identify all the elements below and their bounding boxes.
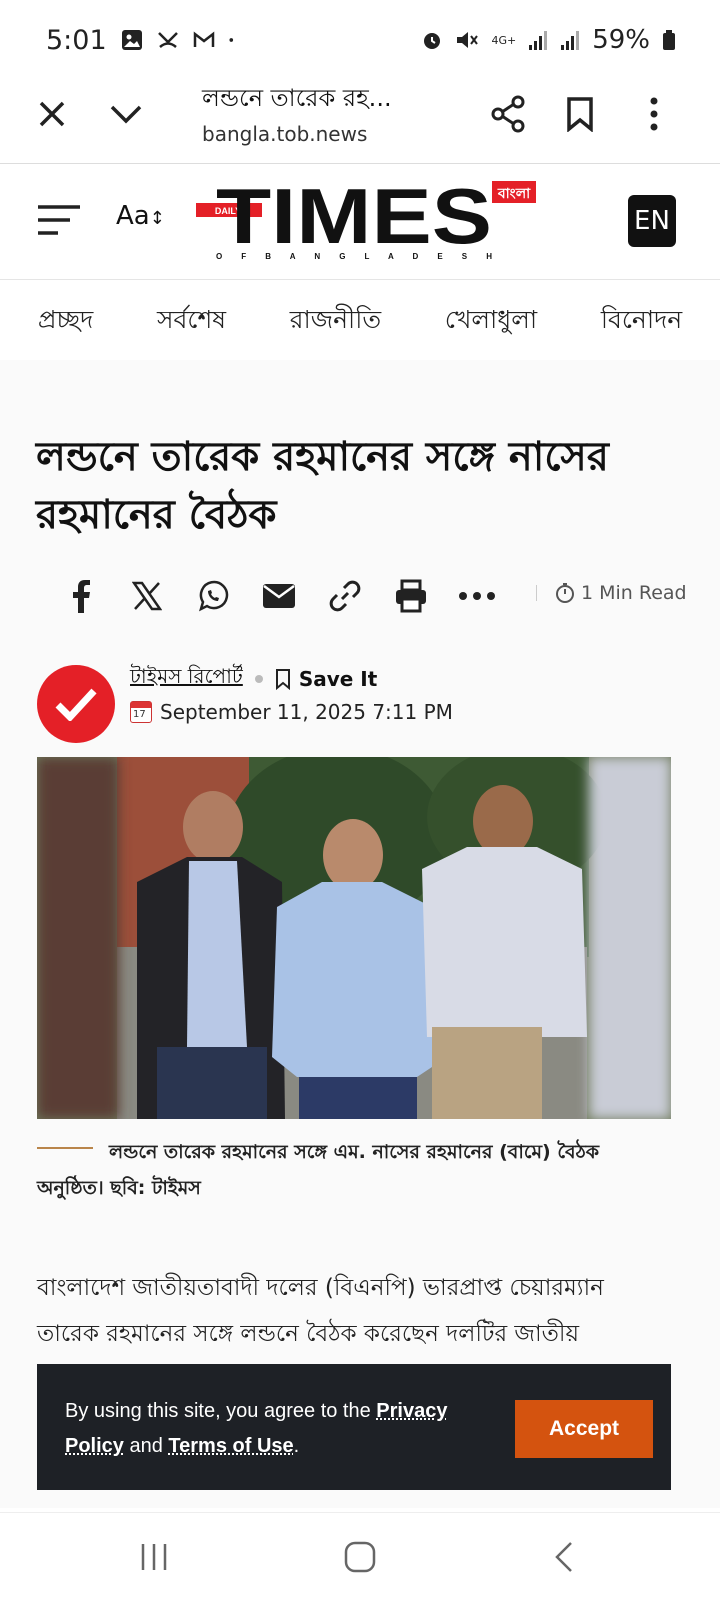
gallery-icon [121, 30, 142, 50]
font-size-arrows-icon: ↕ [149, 208, 165, 229]
calendar-icon: 17 [130, 701, 152, 723]
mute-icon [457, 32, 479, 48]
kebab-menu-icon [650, 97, 658, 131]
page-url[interactable]: bangla.tob.news [202, 122, 367, 146]
facebook-share-button[interactable] [48, 574, 114, 618]
checkmark-icon [55, 688, 97, 721]
gmail-icon [193, 31, 214, 47]
copy-link-button[interactable] [312, 574, 378, 618]
article-headline: লন্ডনে তারেক রহমানের সঙ্গে নাসের রহমানের… [36, 433, 609, 538]
cookie-text-end: . [293, 1435, 300, 1457]
article-area: লন্ডনে তারেক রহমানের সঙ্গে নাসের রহমানের… [0, 360, 720, 1508]
site-header: Aa↕ DAILY TIMES বাংলা O F B A N G L A D … [0, 165, 720, 280]
battery-icon [663, 30, 675, 50]
author-avatar[interactable] [37, 665, 115, 743]
hamburger-menu-icon[interactable] [36, 203, 82, 237]
category-item[interactable]: রাজনীতি [290, 300, 381, 343]
bookmark-icon [567, 97, 593, 132]
alarm-icon [424, 33, 441, 49]
recents-icon [141, 1544, 167, 1570]
accept-button[interactable]: Accept [515, 1400, 653, 1458]
share-bar [48, 574, 510, 618]
whatsapp-share-button[interactable] [180, 574, 246, 618]
email-icon [263, 584, 295, 608]
separator-dot [254, 674, 263, 683]
save-it-button[interactable]: Save It [275, 667, 377, 691]
more-share-button[interactable] [444, 574, 510, 618]
read-time: 1 Min Read [536, 582, 687, 604]
notification-dot-icon [229, 38, 233, 42]
author-row: টাইমস রিপোর্ট Save It [130, 662, 377, 695]
author-name[interactable]: টাইমস রিপোর্ট [130, 662, 243, 695]
terms-of-use-link[interactable]: Terms of Use [168, 1435, 293, 1457]
network-type: 4G+ [491, 33, 517, 47]
home-icon [344, 1541, 376, 1573]
read-time-label: 1 Min Read [581, 582, 687, 604]
recents-button[interactable] [130, 1535, 178, 1579]
back-icon [555, 1542, 572, 1572]
chevron-down-icon [110, 105, 142, 124]
photo-caption: লন্ডনে তারেক রহমানের সঙ্গে এম. নাসের রহম… [37, 1141, 600, 1199]
browser-toolbar: লন্ডনে তারেক রহ... bangla.tob.news [0, 80, 720, 164]
calendar-day: 17 [133, 709, 146, 720]
logo-bangla: বাংলা [497, 186, 531, 202]
print-button[interactable] [378, 574, 444, 618]
publish-date-text: September 11, 2025 7:11 PM [160, 700, 453, 724]
cookie-banner: By using this site, you agree to the Pri… [37, 1364, 671, 1490]
share-icon [491, 95, 525, 133]
email-share-button[interactable] [246, 574, 312, 618]
minimize-button[interactable] [104, 92, 148, 136]
status-time: 5:01 [46, 24, 107, 56]
font-size-button[interactable]: Aa↕ [116, 201, 165, 231]
print-icon [396, 579, 426, 613]
battery-percent: 59% [592, 25, 650, 55]
whatsapp-icon [199, 580, 229, 612]
site-logo[interactable]: DAILY TIMES বাংলা O F B A N G L A D E S … [196, 179, 548, 263]
home-button[interactable] [336, 1535, 384, 1579]
link-icon [329, 580, 361, 612]
article-photo [37, 757, 671, 1119]
divider [536, 585, 537, 601]
system-nav-bar [0, 1512, 720, 1600]
language-button[interactable]: EN [628, 195, 676, 247]
bookmark-button[interactable] [558, 92, 602, 136]
signal-icon-2 [561, 31, 580, 50]
status-bar: 5:01 4G+ 59% [0, 0, 720, 80]
font-size-label: Aa [116, 201, 150, 231]
category-item[interactable]: খেলাধুলা [445, 300, 537, 343]
logo-main: TIMES [216, 179, 492, 260]
share-button[interactable] [486, 92, 530, 136]
close-icon [39, 101, 65, 127]
cookie-text-start: By using this site, you agree to the [65, 1400, 377, 1422]
category-item[interactable]: বিনোদন [601, 300, 682, 343]
back-button[interactable] [540, 1535, 588, 1579]
category-item[interactable]: প্রচ্ছদ [38, 300, 93, 343]
article-body: বাংলাদেশ জাতীয়তাবাদী দলের (বিএনপি) ভারপ… [37, 1275, 604, 1347]
bookmark-outline-icon [275, 668, 290, 690]
x-twitter-icon [132, 581, 162, 611]
more-options-button[interactable] [632, 92, 676, 136]
missed-call-icon [157, 32, 178, 48]
timer-icon [556, 583, 574, 603]
more-dots-icon [459, 592, 495, 600]
page-title: লন্ডনে তারেক রহ... [202, 84, 392, 112]
facebook-icon [73, 580, 90, 613]
close-tab-button[interactable] [30, 92, 74, 136]
signal-icon-1 [529, 31, 548, 50]
cookie-text-and: and [123, 1435, 169, 1457]
category-nav: প্রচ্ছদ সর্বশেষ রাজনীতি খেলাধুলা বিনোদন [0, 282, 720, 360]
category-item[interactable]: সর্বশেষ [157, 300, 226, 343]
publish-date: 17 September 11, 2025 7:11 PM [130, 700, 453, 724]
cookie-message: By using this site, you agree to the Pri… [65, 1394, 485, 1464]
x-share-button[interactable] [114, 574, 180, 618]
save-it-label: Save It [298, 666, 378, 691]
